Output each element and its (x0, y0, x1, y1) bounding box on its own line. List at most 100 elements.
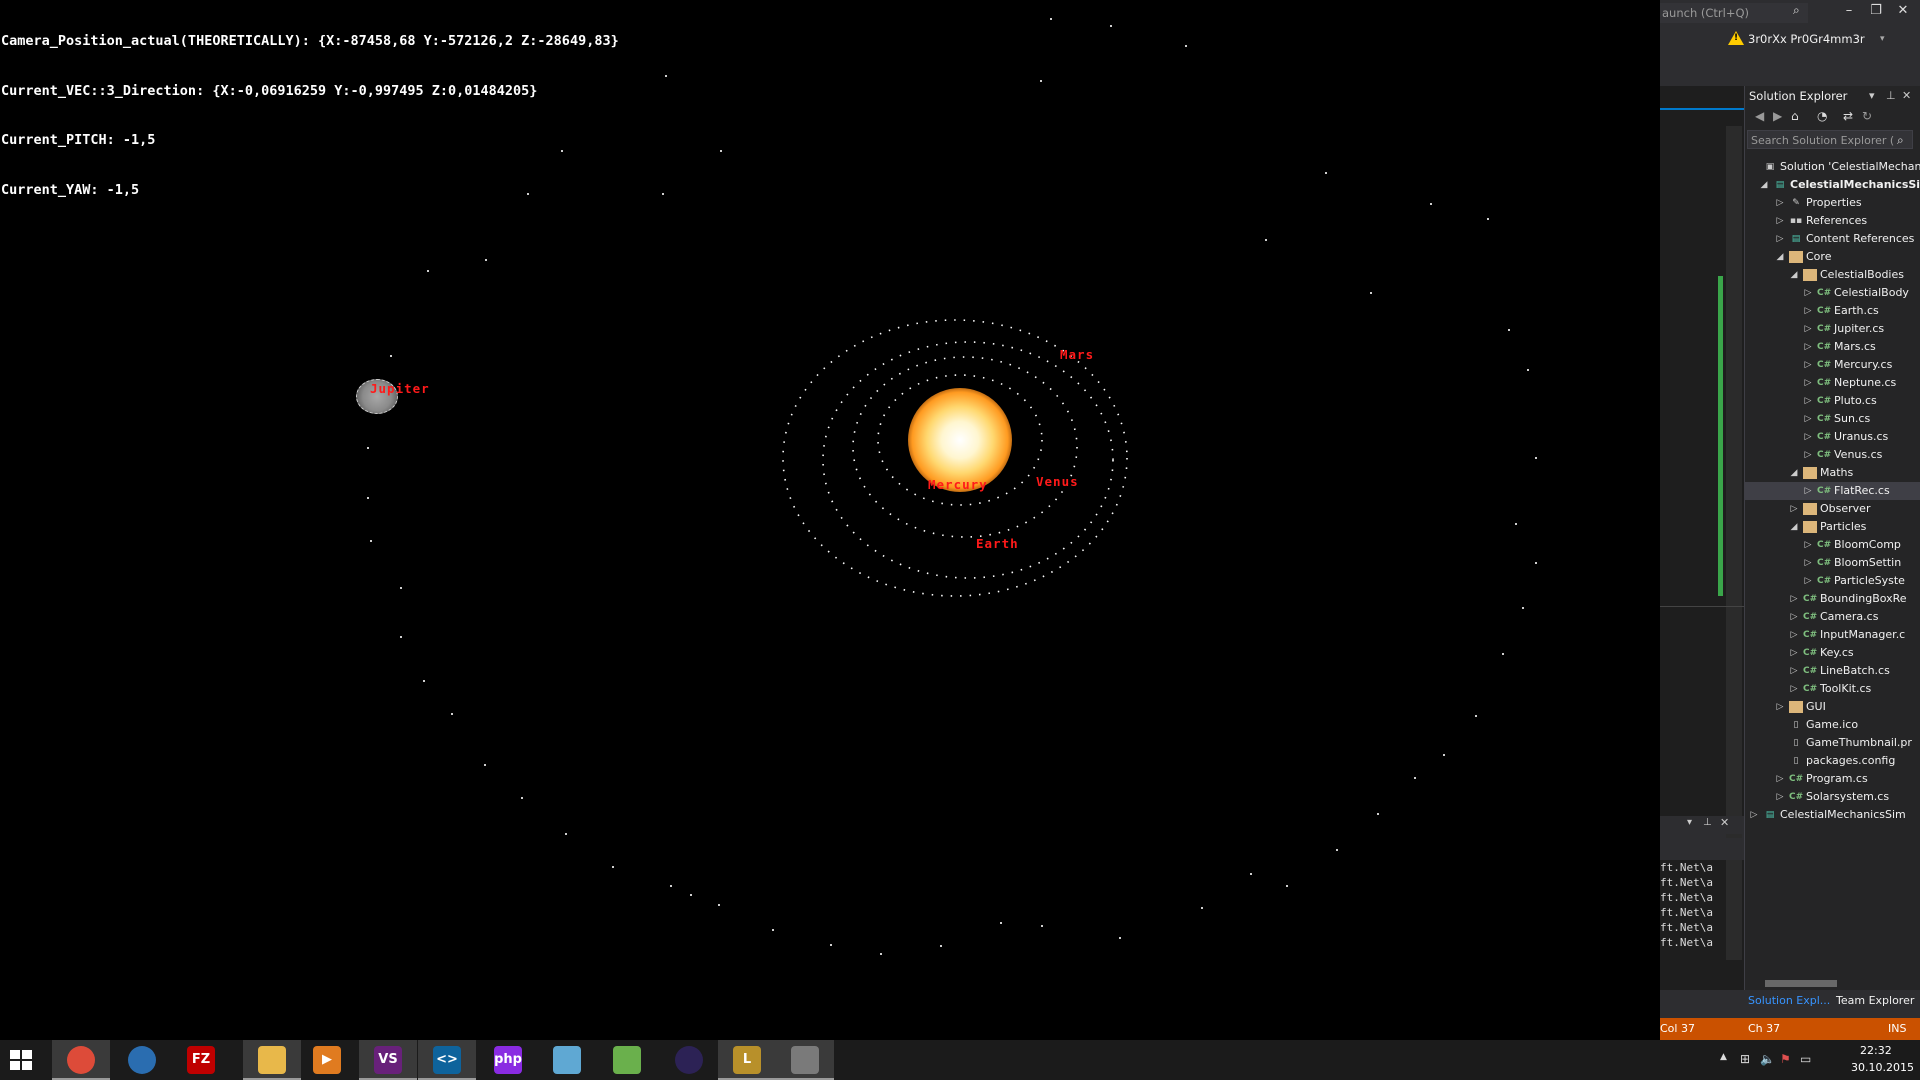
taskbar-button[interactable] (598, 1040, 656, 1080)
tree-item[interactable]: ▯ packages.config (1745, 752, 1920, 770)
tree-item[interactable]: ▷ C# Earth.cs (1745, 302, 1920, 320)
tree-item[interactable]: ◢ Maths (1745, 464, 1920, 482)
expand-arrow-icon[interactable]: ▷ (1803, 554, 1813, 572)
taskbar-button[interactable] (538, 1040, 596, 1080)
pin-icon[interactable]: ⊥ (1703, 817, 1712, 828)
tree-item[interactable]: ◢ Particles (1745, 518, 1920, 536)
tree-item[interactable]: ▣ Solution 'CelestialMechani (1745, 158, 1920, 176)
tree-item[interactable]: ▷ Observer (1745, 500, 1920, 518)
tree-item[interactable]: ▷ C# Uranus.cs (1745, 428, 1920, 446)
tab-solution-explorer[interactable]: Solution Expl... (1748, 994, 1830, 1007)
clock-date[interactable]: 30.10.2015 (1851, 1061, 1914, 1074)
tree-item[interactable]: ◢ ▤ CelestialMechanicsSim (1745, 176, 1920, 194)
tree-item[interactable]: ▷ C# Neptune.cs (1745, 374, 1920, 392)
sync-icon[interactable]: ⇄ (1843, 109, 1853, 123)
warning-icon[interactable]: ! (1728, 31, 1744, 45)
tree-item[interactable]: ▷ ▪▪ References (1745, 212, 1920, 230)
code-editor[interactable] (1660, 86, 1744, 838)
tree-item[interactable]: ▯ GameThumbnail.pr (1745, 734, 1920, 752)
minimize-icon[interactable]: – (1835, 3, 1863, 18)
expand-arrow-icon[interactable]: ▷ (1803, 392, 1813, 410)
expand-arrow-icon[interactable]: ▷ (1789, 500, 1799, 518)
expand-arrow-icon[interactable]: ▷ (1775, 230, 1785, 248)
tree-item[interactable]: ▷ C# Venus.cs (1745, 446, 1920, 464)
collapse-arrow-icon[interactable]: ◢ (1789, 464, 1799, 482)
expand-arrow-icon[interactable]: ▷ (1803, 356, 1813, 374)
tree-item[interactable]: ▷ C# ParticleSyste (1745, 572, 1920, 590)
taskbar-button[interactable]: php (479, 1040, 537, 1080)
close-icon[interactable]: ✕ (1902, 86, 1911, 106)
tree-item[interactable]: ▷ C# Pluto.cs (1745, 392, 1920, 410)
expand-arrow-icon[interactable]: ▷ (1803, 536, 1813, 554)
chevron-down-icon[interactable]: ▾ (1869, 86, 1875, 106)
tree-item[interactable]: ◢ Core (1745, 248, 1920, 266)
tree-item[interactable]: ▷ C# Solarsystem.cs (1745, 788, 1920, 806)
tree-item[interactable]: ▷ C# Key.cs (1745, 644, 1920, 662)
taskbar-button[interactable] (660, 1040, 718, 1080)
expand-arrow-icon[interactable]: ▷ (1775, 788, 1785, 806)
taskbar-button[interactable] (243, 1040, 301, 1080)
output-panel[interactable]: ft.Net\a ft.Net\a ft.Net\a ft.Net\a ft.N… (1660, 860, 1744, 990)
tree-item[interactable]: ▷ C# LineBatch.cs (1745, 662, 1920, 680)
home-icon[interactable]: ⌂ (1791, 109, 1799, 123)
collapse-arrow-icon[interactable]: ◢ (1775, 248, 1785, 266)
collapse-arrow-icon[interactable]: ◢ (1789, 266, 1799, 284)
taskbar-button[interactable] (52, 1040, 110, 1080)
history-icon[interactable]: ◔ (1817, 109, 1827, 123)
chevron-down-icon[interactable]: ▾ (1880, 34, 1885, 44)
refresh-icon[interactable]: ↻ (1862, 109, 1872, 123)
tree-item[interactable]: ▷ C# BoundingBoxRe (1745, 590, 1920, 608)
windows-start-icon[interactable] (10, 1050, 32, 1070)
tree-item[interactable]: ▷ C# Mars.cs (1745, 338, 1920, 356)
search-icon[interactable]: ⌕ (1793, 3, 1800, 18)
chevron-down-icon[interactable]: ▾ (1687, 817, 1692, 828)
expand-arrow-icon[interactable]: ▷ (1775, 770, 1785, 788)
expand-arrow-icon[interactable]: ▷ (1789, 608, 1799, 626)
expand-arrow-icon[interactable]: ▷ (1789, 680, 1799, 698)
tree-item[interactable]: ▷ C# BloomComp (1745, 536, 1920, 554)
expand-arrow-icon[interactable]: ▷ (1803, 302, 1813, 320)
account-name[interactable]: 3r0rXx Pr0Gr4mm3r (1748, 32, 1865, 46)
tree-item[interactable]: ▷ C# Program.cs (1745, 770, 1920, 788)
horizontal-scrollbar[interactable] (1745, 976, 1920, 990)
expand-arrow-icon[interactable]: ▷ (1789, 644, 1799, 662)
taskbar-button[interactable] (113, 1040, 171, 1080)
back-icon[interactable]: ◀ (1755, 109, 1764, 123)
close-icon[interactable]: ✕ (1720, 816, 1729, 829)
expand-arrow-icon[interactable]: ▷ (1803, 374, 1813, 392)
tree-item[interactable]: ▷ C# InputManager.c (1745, 626, 1920, 644)
expand-arrow-icon[interactable]: ▷ (1803, 428, 1813, 446)
tab-team-explorer[interactable]: Team Explorer (1836, 994, 1914, 1007)
expand-arrow-icon[interactable]: ▷ (1803, 338, 1813, 356)
tree-item[interactable]: ▷ C# Jupiter.cs (1745, 320, 1920, 338)
network-icon[interactable]: ⚑ (1780, 1052, 1791, 1066)
forward-icon[interactable]: ▶ (1773, 109, 1782, 123)
quick-launch-input[interactable]: aunch (Ctrl+Q) (1660, 3, 1808, 23)
clock-time[interactable]: 22:32 (1860, 1044, 1892, 1057)
expand-arrow-icon[interactable]: ▷ (1803, 320, 1813, 338)
tree-item[interactable]: ▷ C# FlatRec.cs (1745, 482, 1920, 500)
expand-arrow-icon[interactable]: ▷ (1803, 446, 1813, 464)
expand-arrow-icon[interactable]: ▷ (1789, 590, 1799, 608)
expand-arrow-icon[interactable]: ▷ (1789, 626, 1799, 644)
expand-arrow-icon[interactable]: ▷ (1789, 662, 1799, 680)
tree-item[interactable]: ▷ ▤ CelestialMechanicsSim (1745, 806, 1920, 824)
game-viewport[interactable]: Jupiter Mars Venus Mercury Earth Camera_… (0, 0, 1660, 1040)
maximize-icon[interactable]: ❐ (1862, 3, 1890, 18)
tree-item[interactable]: ▷ C# CelestialBody (1745, 284, 1920, 302)
expand-arrow-icon[interactable]: ▷ (1803, 410, 1813, 428)
tree-item[interactable]: ▷ C# ToolKit.cs (1745, 680, 1920, 698)
tree-item[interactable]: ▷ C# Sun.cs (1745, 410, 1920, 428)
taskbar-button[interactable]: FZ (172, 1040, 230, 1080)
pin-icon[interactable]: ⊥ (1886, 86, 1896, 106)
collapse-arrow-icon[interactable]: ◢ (1759, 176, 1769, 194)
expand-arrow-icon[interactable]: ▷ (1803, 284, 1813, 302)
expand-arrow-icon[interactable]: ▷ (1749, 806, 1759, 824)
expand-arrow-icon[interactable]: ▷ (1775, 212, 1785, 230)
tree-item[interactable]: ▷ GUI (1745, 698, 1920, 716)
expand-arrow-icon[interactable]: ▷ (1803, 482, 1813, 500)
taskbar-button[interactable] (776, 1040, 834, 1080)
expand-arrow-icon[interactable]: ▷ (1775, 698, 1785, 716)
taskbar-button[interactable]: ▶ (298, 1040, 356, 1080)
tree-item[interactable]: ▷ C# Mercury.cs (1745, 356, 1920, 374)
